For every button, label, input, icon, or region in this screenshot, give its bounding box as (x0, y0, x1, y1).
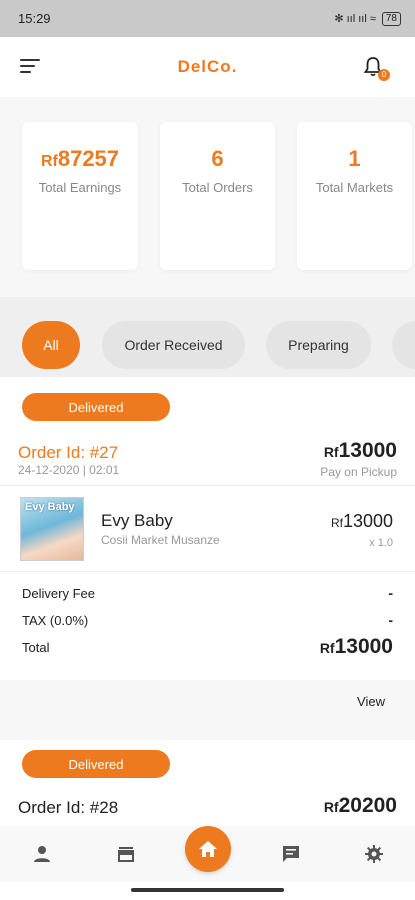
nav-store[interactable] (114, 842, 138, 866)
product-image: Evy Baby (20, 497, 84, 561)
stats-section: Rf87257 Total Earnings 6 Total Orders 1 … (0, 97, 415, 297)
filter-chip-order-received[interactable]: Order Received (102, 321, 245, 369)
stat-card-earnings: Rf87257 Total Earnings (22, 122, 138, 270)
order-amount-value: 20200 (338, 794, 397, 817)
product-image-text: Evy Baby (25, 501, 75, 513)
currency-symbol: Rf (323, 444, 339, 460)
currency-symbol: Rf (40, 153, 58, 170)
order-card[interactable]: Delivered Order Id: #27 24-12-2020 | 02:… (0, 377, 415, 680)
order-title: Order Id: #27 (18, 443, 119, 462)
bottom-navigation (0, 826, 415, 882)
filter-chip-all[interactable]: All (22, 321, 80, 369)
delivery-fee-value: - (388, 585, 393, 601)
status-indicators: ✻ ııl ııl ≈ 78 (334, 11, 401, 26)
currency-symbol: Rf (319, 640, 335, 656)
home-icon (199, 841, 217, 857)
item-price-value: 13000 (342, 511, 393, 531)
filter-chip-more[interactable] (392, 321, 415, 369)
notification-badge: 0 (378, 69, 390, 81)
nav-settings[interactable] (362, 842, 386, 866)
menu-icon[interactable] (20, 59, 40, 75)
total-amount: 13000 (334, 635, 393, 658)
app-brand: DelCo. (177, 57, 238, 76)
stat-card-orders: 6 Total Orders (160, 122, 275, 270)
stat-card-markets: 1 Total Markets (297, 122, 412, 270)
tax-label: TAX (0.0%) (22, 613, 89, 628)
divider (0, 571, 415, 572)
currency-symbol: Rf (330, 516, 343, 530)
tax-value: - (388, 612, 393, 628)
order-date: 24-12-2020 | 02:01 (18, 463, 120, 477)
signal-icons: ✻ ııl ııl ≈ (334, 13, 376, 25)
gesture-bar[interactable] (131, 888, 284, 892)
battery-icon: 78 (381, 11, 401, 26)
gear-icon (365, 845, 383, 863)
stat-label-orders: Total Orders (182, 180, 253, 195)
delivery-fee-label: Delivery Fee (22, 586, 95, 601)
stat-value-markets: 1 (348, 146, 361, 171)
stat-label-markets: Total Markets (315, 180, 394, 195)
store-icon (118, 847, 134, 862)
currency-symbol: Rf (323, 799, 339, 815)
status-bar: 15:29 ✻ ııl ııl ≈ 78 (0, 0, 415, 37)
order-title: Order Id: #28 (18, 798, 119, 817)
nav-home[interactable] (185, 826, 231, 872)
filter-chip-preparing[interactable]: Preparing (266, 321, 371, 369)
item-quantity: x 1.0 (369, 537, 393, 549)
view-row: View (0, 680, 415, 740)
stat-value-orders: 6 (211, 146, 224, 171)
total-label: Total (22, 640, 50, 655)
nav-messages[interactable] (279, 842, 303, 866)
payment-method: Pay on Pickup (320, 465, 397, 479)
divider (0, 485, 415, 486)
order-amount: Rf13000 (324, 439, 397, 463)
order-card[interactable]: Delivered Order Id: #28 Rf20200 (0, 740, 415, 826)
view-order-link[interactable]: View (357, 694, 385, 709)
notifications-button[interactable]: 0 (361, 55, 390, 81)
earnings-value: 87257 (57, 146, 120, 171)
item-price: Rf13000 (331, 511, 393, 532)
status-badge: Delivered (22, 393, 170, 421)
item-market: Cosii Market Musanze (101, 533, 220, 547)
total-value: Rf13000 (320, 635, 393, 659)
app-bar: DelCo. 0 (0, 37, 415, 97)
stat-label-earnings: Total Earnings (38, 180, 122, 195)
status-time: 15:29 (18, 11, 51, 26)
order-amount: Rf20200 (324, 794, 397, 818)
chat-icon (283, 846, 299, 862)
nav-profile[interactable] (30, 842, 54, 866)
order-amount-value: 13000 (338, 439, 397, 462)
item-name: Evy Baby (101, 511, 173, 530)
filter-chips: All Order Received Preparing (0, 297, 415, 377)
person-icon (34, 846, 50, 862)
status-badge: Delivered (22, 750, 170, 778)
stat-value-earnings: Rf87257 (22, 146, 138, 172)
